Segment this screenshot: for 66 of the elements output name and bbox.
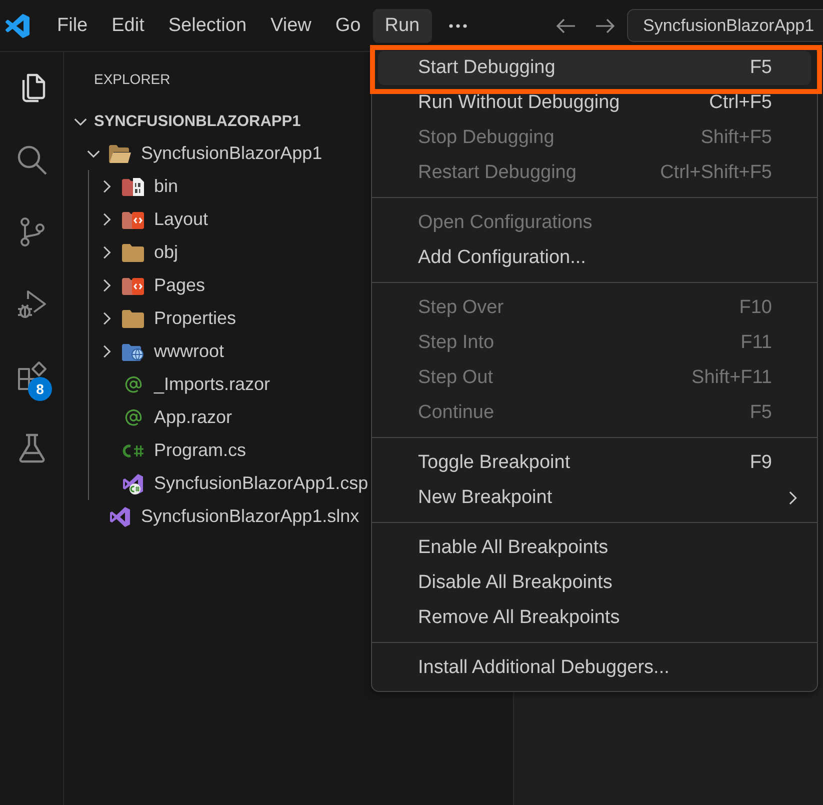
file-name[interactable]: _Imports.razor — [154, 374, 270, 395]
search-icon[interactable] — [16, 144, 48, 176]
project-file-icon — [122, 472, 144, 494]
folder-name[interactable]: SyncfusionBlazorApp1 — [141, 143, 322, 164]
app-logo-icon[interactable] — [5, 14, 30, 38]
chevron-right-icon[interactable] — [102, 312, 110, 325]
panel-title: EXPLORER — [94, 71, 170, 87]
file-name[interactable]: SyncfusionBlazorApp1.csp — [154, 473, 368, 494]
menu-button[interactable]: File — [45, 8, 100, 42]
file-name[interactable]: Program.cs — [154, 440, 246, 461]
shortcut-label: Ctrl+F5 — [709, 92, 772, 114]
folder-name[interactable]: obj — [154, 242, 178, 263]
shortcut-label: F11 — [740, 332, 772, 354]
section-header[interactable]: SYNCFUSIONBLAZORAPP1 — [94, 112, 301, 130]
open-folder-icon — [109, 144, 131, 162]
shortcut-label: F5 — [750, 402, 772, 424]
back-arrow-icon[interactable] — [556, 18, 576, 34]
menu-button[interactable]: Selection — [156, 8, 259, 42]
folder-icon — [122, 244, 144, 262]
search-field[interactable]: SyncfusionBlazorApp1 — [627, 9, 823, 42]
menu-button[interactable]: Edit — [100, 8, 156, 42]
solution-file-icon — [109, 506, 131, 528]
forward-arrow-icon[interactable] — [595, 18, 615, 34]
file-name[interactable]: App.razor — [154, 407, 232, 428]
menu-button[interactable]: View — [258, 8, 324, 42]
menu-item[interactable]: Install Additional Debuggers... — [378, 651, 811, 685]
at-sign-icon — [124, 408, 142, 427]
folder-name[interactable]: wwwroot — [154, 341, 224, 362]
menu-item[interactable]: New Breakpoint — [378, 481, 811, 515]
at-sign-icon — [124, 375, 142, 394]
menu-button[interactable]: Run — [372, 8, 432, 42]
menu-item[interactable]: Run Without Debugging Ctrl+F5 — [378, 86, 811, 120]
menu-item[interactable]: Remove All Breakpoints — [378, 601, 811, 635]
chevron-right-icon[interactable] — [102, 279, 110, 292]
folder-name[interactable]: Layout — [154, 209, 208, 230]
count-badge: 8 — [28, 377, 52, 401]
chevron-down-icon[interactable] — [87, 150, 100, 158]
chevron-right-icon[interactable] — [102, 213, 110, 226]
shortcut-label: F9 — [750, 452, 772, 474]
chevron-right-icon[interactable] — [102, 345, 110, 358]
menu-item[interactable]: Start Debugging F5 — [378, 51, 811, 85]
shortcut-label: F5 — [750, 57, 772, 79]
folder-name[interactable]: bin — [154, 176, 178, 197]
menu-item[interactable]: Add Configuration... — [378, 241, 811, 275]
menu-item[interactable]: Toggle Breakpoint F9 — [378, 446, 811, 480]
more-icon[interactable] — [448, 24, 467, 28]
shortcut-label: Ctrl+Shift+F5 — [660, 162, 772, 184]
file-name[interactable]: SyncfusionBlazorApp1.slnx — [141, 506, 360, 527]
binary-folder-icon — [122, 178, 144, 196]
menu-item[interactable]: Disable All Breakpoints — [378, 566, 811, 600]
play-bug-icon[interactable] — [16, 288, 48, 320]
shortcut-label: F10 — [739, 297, 772, 319]
menu-item[interactable]: Enable All Breakpoints — [378, 531, 811, 565]
code-folder-icon — [122, 276, 144, 294]
chevron-down-icon[interactable] — [74, 118, 86, 126]
shortcut-label: Shift+F5 — [700, 127, 772, 149]
code-folder-icon — [122, 210, 144, 228]
menu-button[interactable]: Go — [323, 8, 373, 42]
chevron-right-icon[interactable] — [102, 246, 110, 259]
folder-name[interactable]: Pages — [154, 275, 206, 296]
csharp-icon — [122, 442, 144, 458]
globe-folder-icon — [122, 342, 144, 360]
chevron-right-icon[interactable] — [102, 180, 110, 193]
folder-icon — [122, 310, 144, 328]
shortcut-label: Shift+F11 — [692, 367, 772, 389]
folder-name[interactable]: Properties — [154, 308, 236, 329]
